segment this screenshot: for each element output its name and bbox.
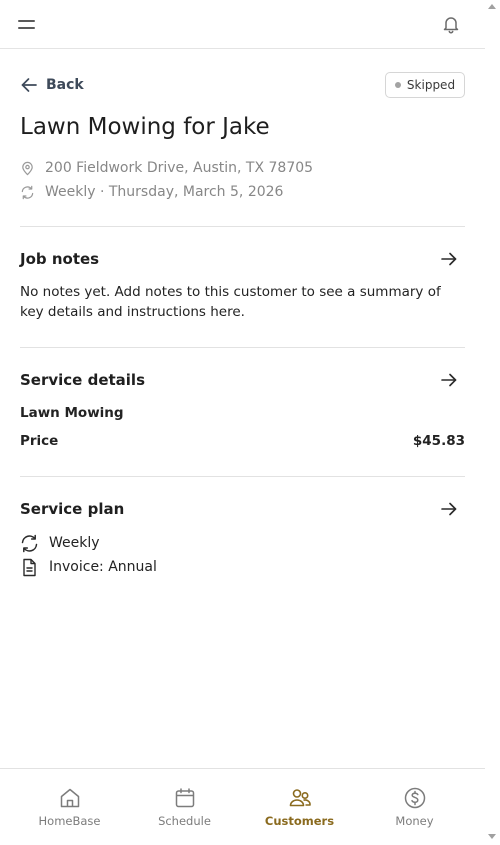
plan-invoice: Invoice: Annual [49, 559, 157, 575]
back-button[interactable]: Back [20, 75, 84, 95]
divider [20, 476, 465, 477]
back-label: Back [46, 77, 84, 93]
status-text: Skipped [406, 78, 456, 92]
job-notes-text: No notes yet. Add notes to this customer… [20, 284, 441, 320]
service-name: Lawn Mowing [20, 405, 124, 421]
nav-label: Schedule [158, 814, 211, 828]
bottom-nav: HomeBase Schedule Customers Money [0, 768, 485, 845]
schedule-text: Weekly · Thursday, March 5, 2026 [45, 184, 284, 200]
divider [20, 347, 465, 348]
repeat-icon [21, 185, 34, 199]
address-row: 200 Fieldwork Drive, Austin, TX 78705 [20, 158, 313, 178]
price-label: Price [20, 433, 59, 449]
nav-label: HomeBase [38, 814, 101, 828]
job-notes-title: Job notes [20, 250, 100, 268]
calendar-icon [175, 788, 194, 808]
customers-icon [289, 789, 311, 807]
nav-item-schedule[interactable]: Schedule [127, 769, 242, 845]
service-plan-title: Service plan [20, 500, 125, 518]
nav-label: Customers [264, 814, 335, 828]
nav-label: Money [395, 814, 434, 828]
schedule-row: Weekly · Thursday, March 5, 2026 [20, 182, 283, 202]
address-text: 200 Fieldwork Drive, Austin, TX 78705 [45, 160, 314, 176]
service-details-arrow-icon[interactable] [439, 370, 459, 390]
location-pin-icon [22, 161, 33, 175]
plan-frequency-row: Weekly [20, 533, 100, 553]
status-badge: Skipped [385, 72, 465, 98]
nav-item-homebase[interactable]: HomeBase [12, 769, 127, 845]
top-bar [0, 0, 485, 49]
bell-icon[interactable] [441, 14, 461, 34]
repeat-icon [21, 534, 38, 552]
plan-invoice-row: Invoice: Annual [20, 557, 157, 577]
menu-icon[interactable] [18, 17, 35, 31]
service-details-title: Service details [20, 371, 145, 389]
dollar-icon [404, 787, 425, 809]
home-icon [60, 788, 79, 808]
nav-item-money[interactable]: Money [357, 769, 472, 845]
status-dot [394, 82, 401, 88]
scrollbar[interactable] [485, 0, 500, 845]
price-value: $45.83 [412, 433, 465, 449]
scroll-down-arrow-icon[interactable] [488, 834, 496, 839]
app-root: Back Skipped Lawn Mowing for Jake 200 Fi… [0, 0, 485, 845]
plan-frequency: Weekly [49, 535, 100, 551]
job-notes-arrow-icon[interactable] [439, 249, 459, 269]
nav-item-customers[interactable]: Customers [242, 769, 357, 845]
service-plan-arrow-icon[interactable] [439, 499, 459, 519]
page-title: Lawn Mowing for Jake [20, 114, 270, 140]
scroll-up-arrow-icon[interactable] [488, 4, 496, 9]
divider [20, 226, 465, 227]
document-icon [23, 558, 36, 576]
arrow-left-icon [21, 78, 37, 92]
